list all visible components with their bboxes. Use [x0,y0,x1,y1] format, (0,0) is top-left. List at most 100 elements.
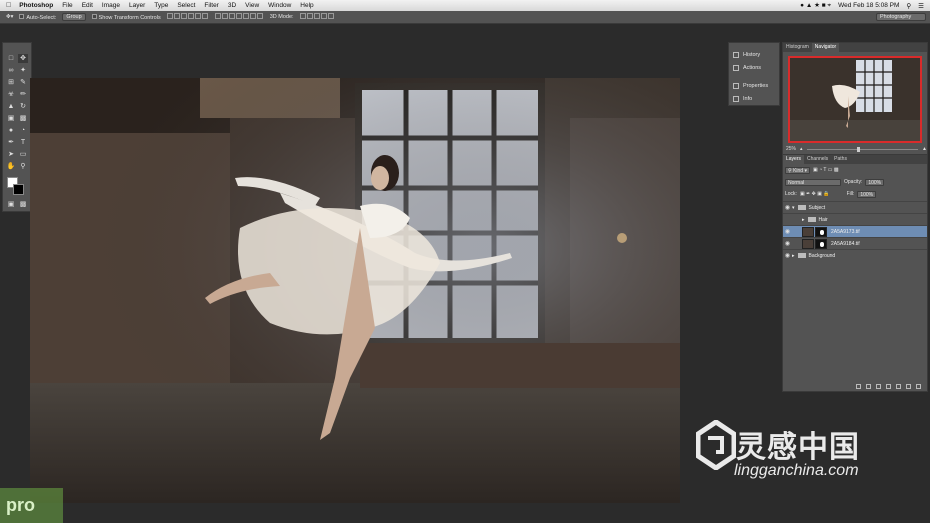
align-icons[interactable] [166,13,209,21]
menu-layer[interactable]: Layer [129,2,145,9]
fill-label: Fill: [846,191,855,197]
tab-layers[interactable]: Layers [783,155,805,164]
pen-tool-icon[interactable]: ✒ [6,138,16,147]
menu-3d[interactable]: 3D [228,2,236,9]
layer-row-2a5a9173[interactable]: ◉ 2A5A9173.tif [783,225,927,237]
menu-edit[interactable]: Edit [82,2,93,9]
screen-mode-icon[interactable]: ▩ [18,200,28,209]
list-icon[interactable]: ☰ [918,2,924,10]
apple-icon[interactable]:  [6,2,11,9]
expand-arrow-icon[interactable]: ▸ [802,217,805,223]
auto-select-checkbox[interactable]: Auto-Select: [19,13,56,21]
zoom-tool-icon[interactable]: ⚲ [18,162,28,171]
menu-type[interactable]: Type [154,2,168,9]
menu-filter[interactable]: Filter [204,2,218,9]
distribute-icons[interactable] [214,13,264,21]
navigator-thumbnail[interactable] [788,56,922,143]
tab-paths[interactable]: Paths [831,155,850,164]
layer-thumbnail[interactable] [802,238,814,249]
navigator-zoom[interactable]: 25% [786,146,796,152]
menu-help[interactable]: Help [300,2,313,9]
delete-layer-icon[interactable] [916,383,921,389]
dock-history[interactable]: History [733,52,760,58]
menu-select[interactable]: Select [177,2,195,9]
layer-mask-thumbnail[interactable] [815,226,827,237]
mode-3d-icons[interactable] [299,13,335,21]
auto-select-dropdown[interactable]: Group [62,13,86,21]
quick-mask-icon[interactable]: ▣ [6,200,16,209]
eyedropper-tool-icon[interactable]: ✎ [18,78,28,87]
visibility-eye-icon[interactable]: ◉ [783,240,792,247]
menu-image[interactable]: Image [102,2,120,9]
opacity-input[interactable]: 100% [865,178,885,186]
quick-select-tool-icon[interactable]: ✦ [18,66,28,75]
tab-histogram[interactable]: Histogram [783,43,812,52]
layer-row-2a5a9184[interactable]: ◉ 2A5A9184.tif [783,237,927,249]
adjustment-layer-icon[interactable] [886,383,891,389]
dock-actions-label: Actions [743,65,762,71]
dock-properties[interactable]: Properties [733,83,768,89]
tab-channels[interactable]: Channels [804,155,831,164]
expand-arrow-icon[interactable]: ▾ [792,205,795,211]
layer-name: Subject [808,204,826,211]
zoom-in-icon[interactable]: ▲ [922,146,927,152]
clock[interactable]: Wed Feb 18 5:08 PM [838,2,899,9]
shape-tool-icon[interactable]: ▭ [18,150,28,159]
history-brush-tool-icon[interactable]: ↻ [18,102,28,111]
menu-file[interactable]: File [62,2,72,9]
layer-row-hair[interactable]: ▸ Hair [783,213,927,225]
healing-brush-tool-icon[interactable]: ☣ [6,90,16,99]
menu-photoshop[interactable]: Photoshop [19,2,53,9]
path-select-tool-icon[interactable]: ➤ [6,150,16,159]
dock-actions[interactable]: Actions [733,65,761,71]
move-tool-icon[interactable]: ✥ [18,54,28,63]
visibility-eye-icon[interactable]: ◉ [783,228,792,235]
marquee-tool-icon[interactable]: □ [6,54,16,63]
lock-label: Lock: [785,191,797,197]
workspace-switcher[interactable]: Photography [876,13,926,21]
layer-row-subject[interactable]: ◉ ▾ Subject [783,201,927,213]
document-canvas[interactable] [30,78,680,503]
transform-controls-checkbox[interactable]: Show Transform Controls [91,13,161,21]
watermark-url: lingganchina.com [734,462,859,479]
dock-info[interactable]: Info [733,96,752,102]
layer-mask-thumbnail[interactable] [815,238,827,249]
blur-tool-icon[interactable]: ● [6,126,16,135]
dodge-tool-icon[interactable]: ◔ [18,126,28,135]
add-mask-icon[interactable] [876,383,881,389]
tab-navigator[interactable]: Navigator [811,43,840,52]
crop-tool-icon[interactable]: ⊞ [6,78,16,87]
menu-window[interactable]: Window [268,2,291,9]
lasso-tool-icon[interactable]: ∞ [6,66,16,75]
new-group-icon[interactable] [896,383,901,389]
zoom-slider[interactable] [806,146,919,152]
status-icons[interactable]: ● ▲ ★ ■ ⌖ [800,1,831,10]
layer-row-background[interactable]: ◉ ▸ Background [783,249,927,261]
blend-mode-dropdown[interactable]: Normal [785,178,841,186]
menu-view[interactable]: View [245,2,259,9]
dock-properties-label: Properties [743,83,769,89]
zoom-slider-knob[interactable] [856,146,860,152]
type-tool-icon[interactable]: T [18,138,28,147]
clone-stamp-tool-icon[interactable]: ▲ [6,102,16,111]
visibility-eye-icon[interactable]: ◉ [783,204,792,211]
filter-icons[interactable]: ▣ ◔ T ▭ ▩ [813,167,839,173]
zoom-out-icon[interactable]: ▴ [800,146,803,152]
layer-thumbnail[interactable] [802,226,814,237]
eraser-tool-icon[interactable]: ▣ [6,114,16,123]
brush-tool-icon[interactable]: ✏ [18,90,28,99]
visibility-eye-icon[interactable]: ◉ [783,252,792,259]
new-layer-icon[interactable] [906,383,911,389]
expand-arrow-icon[interactable]: ▸ [792,253,795,259]
lock-icons[interactable]: ▣ ✒ ✥ ▣ 🔒 [800,191,830,197]
navigator-panel: Histogram Navigator 25% ▴ ▲ [782,42,928,155]
background-color-swatch[interactable] [13,184,24,195]
fx-icon[interactable] [866,383,871,389]
search-icon[interactable]: ⚲ [906,2,911,10]
move-tool-icon[interactable]: ✥▾ [6,14,13,20]
gradient-tool-icon[interactable]: ▩ [18,114,28,123]
link-layers-icon[interactable] [856,383,861,389]
fill-input[interactable]: 100% [857,190,877,198]
hand-tool-icon[interactable]: ✋ [6,162,16,171]
kind-filter-dropdown[interactable]: ⚲ Kind ▾ [785,166,810,174]
